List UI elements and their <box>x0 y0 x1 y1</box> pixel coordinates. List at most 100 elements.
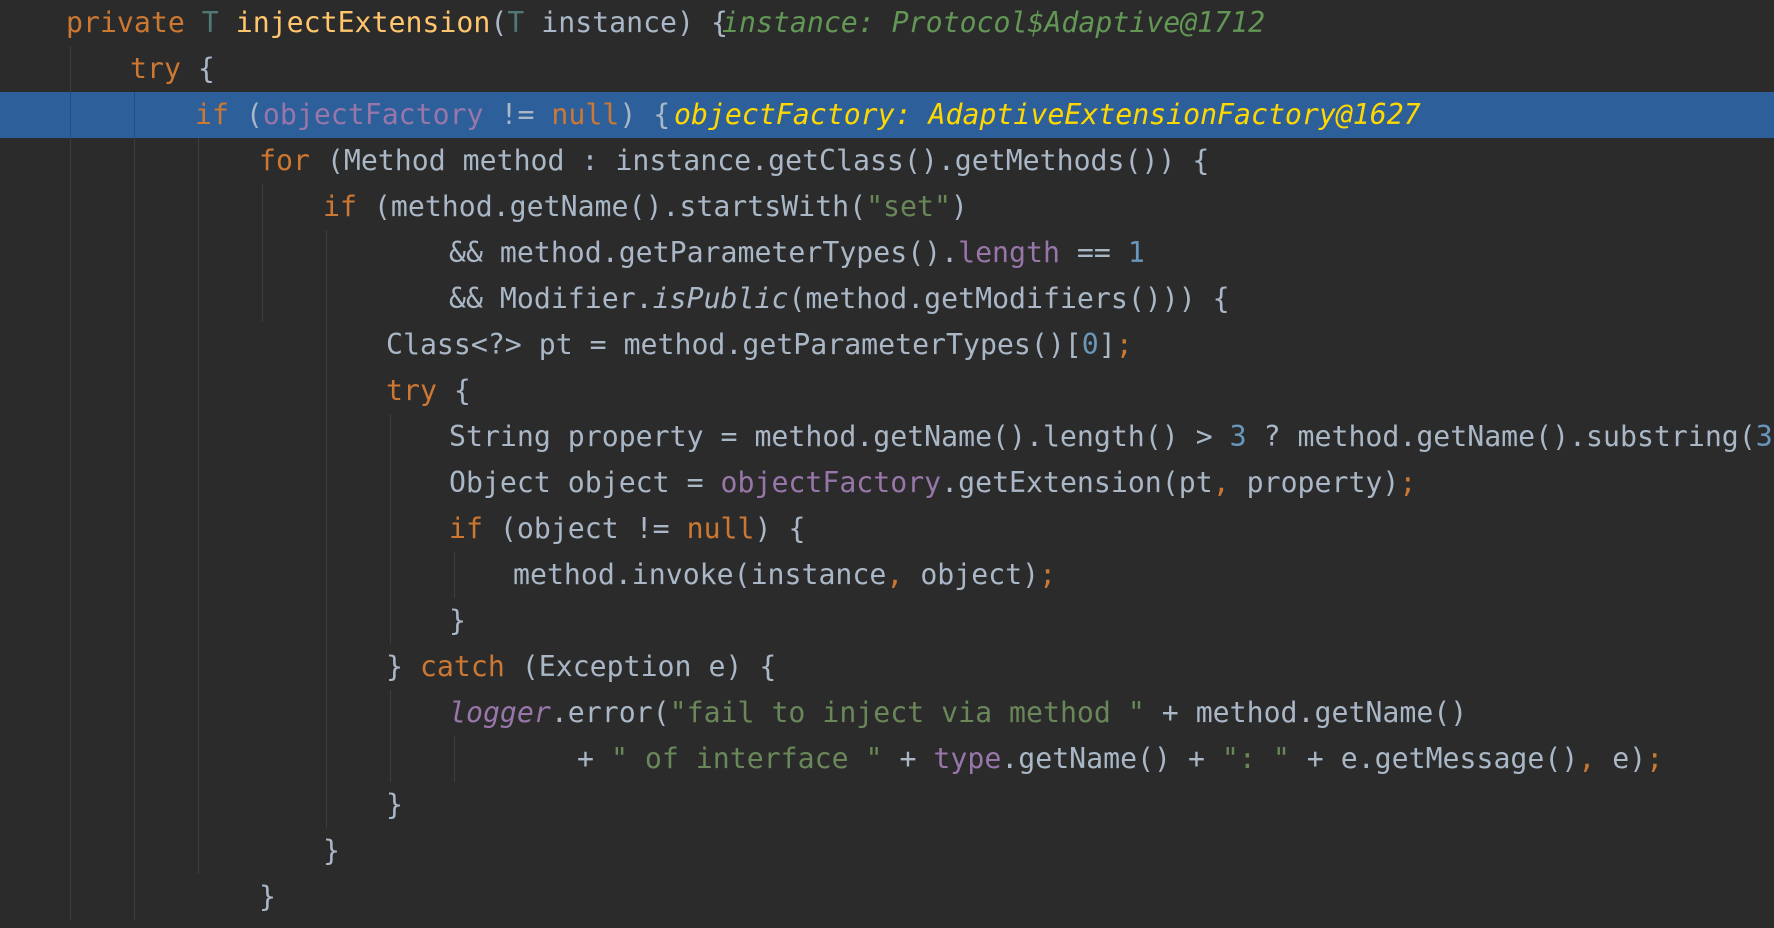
indent-guide <box>134 874 135 920</box>
indent-guide <box>326 322 327 368</box>
indent-guide <box>390 690 391 736</box>
indent-guide <box>70 230 71 276</box>
code-text: && method.getParameterTypes().length == … <box>449 236 1145 269</box>
code-text: Object object = objectFactory.getExtensi… <box>449 466 1417 499</box>
indent-guide <box>454 736 455 782</box>
code-text: logger.error("fail to inject via method … <box>449 696 1468 729</box>
indent-guide <box>134 92 135 138</box>
indent-guide <box>390 552 391 598</box>
indent-guide <box>134 828 135 874</box>
code-line-8[interactable]: Class<?> pt = method.getParameterTypes()… <box>0 322 1774 368</box>
indent-guide <box>134 644 135 690</box>
code-text: if (objectFactory != null) { <box>195 98 671 131</box>
indent-guide <box>70 736 71 782</box>
code-line-17[interactable]: + " of interface " + type.getName() + ":… <box>0 736 1774 782</box>
indent-guide <box>70 782 71 828</box>
code-text: + " of interface " + type.getName() + ":… <box>577 742 1664 775</box>
code-line-18[interactable]: } <box>0 782 1774 828</box>
indent-guide <box>262 276 263 322</box>
indent-guide <box>198 506 199 552</box>
indent-guide <box>326 414 327 460</box>
indent-guide <box>70 828 71 874</box>
indent-guide <box>134 460 135 506</box>
indent-guide <box>198 138 199 184</box>
code-line-20[interactable]: } <box>0 874 1774 920</box>
code-line-11[interactable]: Object object = objectFactory.getExtensi… <box>0 460 1774 506</box>
code-line-19[interactable]: } <box>0 828 1774 874</box>
indent-guide <box>134 506 135 552</box>
code-line-1[interactable]: private T injectExtension(T instance) { … <box>0 0 1774 46</box>
indent-guide <box>326 460 327 506</box>
indent-guide <box>198 644 199 690</box>
indent-guide <box>390 414 391 460</box>
indent-guide <box>70 644 71 690</box>
indent-guide <box>326 506 327 552</box>
code-text: for (Method method : instance.getClass()… <box>259 144 1210 177</box>
indent-guide <box>198 368 199 414</box>
indent-guide <box>70 92 71 138</box>
code-text: if (object != null) { <box>449 512 806 545</box>
code-text: } <box>449 604 466 637</box>
code-line-10[interactable]: String property = method.getName().lengt… <box>0 414 1774 460</box>
code-text: private T injectExtension(T instance) { <box>66 6 728 39</box>
code-line-5[interactable]: if (method.getName().startsWith("set") <box>0 184 1774 230</box>
indent-guide <box>326 368 327 414</box>
indent-guide <box>134 690 135 736</box>
indent-guide <box>134 598 135 644</box>
indent-guide <box>70 460 71 506</box>
code-text: if (method.getName().startsWith("set") <box>323 190 968 223</box>
indent-guide <box>326 782 327 828</box>
indent-guide <box>134 322 135 368</box>
code-text: try { <box>130 52 215 85</box>
indent-guide <box>198 552 199 598</box>
indent-guide <box>326 690 327 736</box>
code-line-16[interactable]: logger.error("fail to inject via method … <box>0 690 1774 736</box>
indent-guide <box>198 736 199 782</box>
indent-guide <box>198 322 199 368</box>
code-line-14[interactable]: } <box>0 598 1774 644</box>
code-text: Class<?> pt = method.getParameterTypes()… <box>386 328 1133 361</box>
code-line-9[interactable]: try { <box>0 368 1774 414</box>
indent-guide <box>134 414 135 460</box>
code-editor[interactable]: private T injectExtension(T instance) { … <box>0 0 1774 928</box>
indent-guide <box>198 598 199 644</box>
indent-guide <box>326 644 327 690</box>
code-text: } <box>323 834 340 867</box>
code-text: method.invoke(instance, object); <box>513 558 1057 591</box>
code-line-12[interactable]: if (object != null) { <box>0 506 1774 552</box>
indent-guide <box>326 598 327 644</box>
indent-guide <box>134 138 135 184</box>
indent-guide <box>390 598 391 644</box>
indent-guide <box>326 552 327 598</box>
indent-guide <box>198 184 199 230</box>
indent-guide <box>134 552 135 598</box>
indent-guide <box>70 414 71 460</box>
code-text: try { <box>386 374 471 407</box>
indent-guide <box>198 828 199 874</box>
indent-guide <box>262 184 263 230</box>
code-line-7[interactable]: && Modifier.isPublic(method.getModifiers… <box>0 276 1774 322</box>
debug-value-hint: objectFactory: AdaptiveExtensionFactory@… <box>674 98 1421 131</box>
code-line-15[interactable]: } catch (Exception e) { <box>0 644 1774 690</box>
code-line-2[interactable]: try { <box>0 46 1774 92</box>
indent-guide <box>134 736 135 782</box>
code-line-4[interactable]: for (Method method : instance.getClass()… <box>0 138 1774 184</box>
code-text: } catch (Exception e) { <box>386 650 777 683</box>
code-line-13[interactable]: method.invoke(instance, object); <box>0 552 1774 598</box>
indent-guide <box>70 552 71 598</box>
indent-guide <box>70 276 71 322</box>
indent-guide <box>134 368 135 414</box>
indent-guide <box>198 414 199 460</box>
code-text: } <box>259 880 276 913</box>
indent-guide <box>134 276 135 322</box>
indent-guide <box>70 598 71 644</box>
code-text: && Modifier.isPublic(method.getModifiers… <box>449 282 1230 315</box>
code-line-3-current[interactable]: if (objectFactory != null) { objectFacto… <box>0 92 1774 138</box>
indent-guide <box>70 184 71 230</box>
indent-guide <box>390 506 391 552</box>
indent-guide <box>134 782 135 828</box>
indent-guide <box>198 276 199 322</box>
indent-guide <box>198 782 199 828</box>
code-line-6[interactable]: && method.getParameterTypes().length == … <box>0 230 1774 276</box>
indent-guide <box>390 736 391 782</box>
